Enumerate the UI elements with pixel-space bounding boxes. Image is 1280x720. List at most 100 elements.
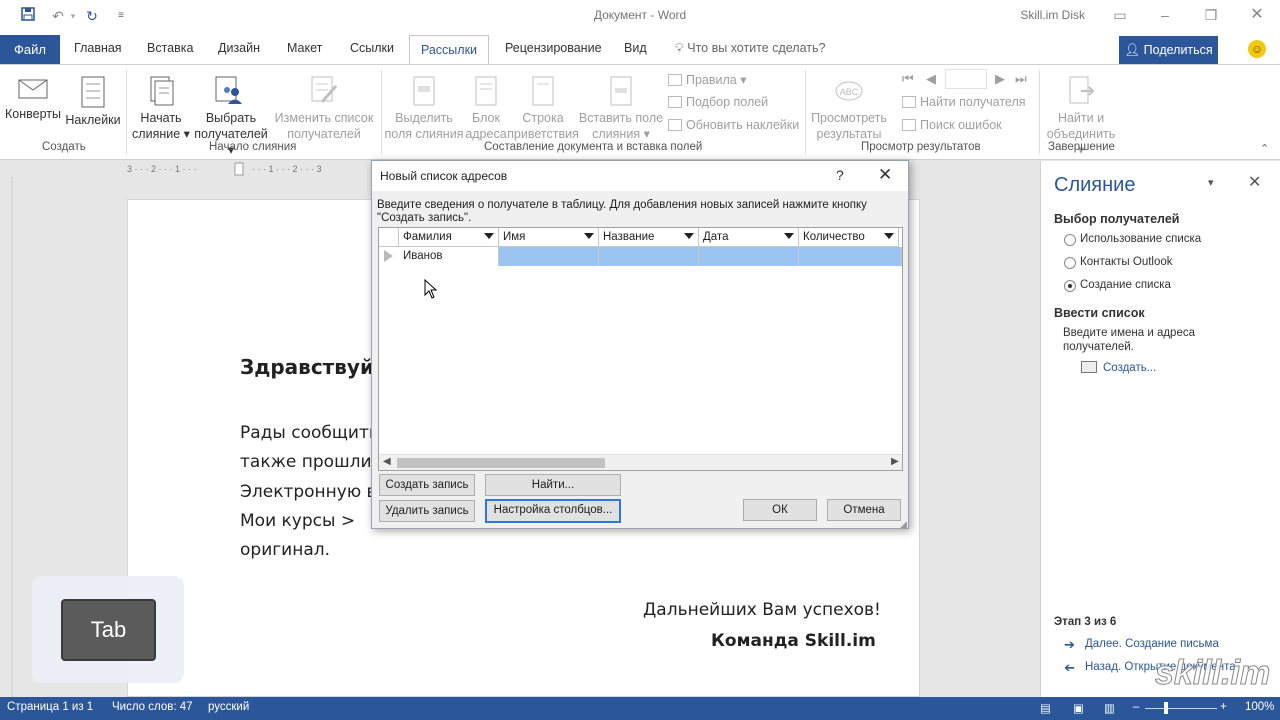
radio-outlook-contacts[interactable] xyxy=(1064,257,1076,269)
column-dropdown-icon[interactable] xyxy=(584,233,594,239)
vertical-ruler[interactable] xyxy=(0,177,20,697)
scroll-right-icon[interactable]: ▶ xyxy=(891,456,899,467)
update-labels-button[interactable]: Обновить наклейки xyxy=(668,118,799,132)
highlight-merge-fields-button[interactable]: Выделить поля слияния xyxy=(384,70,464,142)
tab-review[interactable]: Рецензирование xyxy=(505,41,602,55)
page-count[interactable]: Страница 1 из 1 xyxy=(7,701,93,713)
person-icon: 👤︎ xyxy=(1124,43,1141,57)
find-recipient-button[interactable]: Найти получателя xyxy=(902,95,1026,109)
tab-layout[interactable]: Макет xyxy=(287,41,322,55)
preview-results-button[interactable]: ABC Просмотреть результаты xyxy=(808,70,890,142)
first-record-icon[interactable]: ⏮ xyxy=(902,71,914,87)
minimize-icon[interactable]: – xyxy=(1150,4,1180,26)
tab-home[interactable]: Главная xyxy=(74,41,122,55)
collapse-ribbon-icon[interactable]: ⌃ xyxy=(1260,142,1269,155)
zoom-level[interactable]: 100% xyxy=(1245,701,1274,713)
column-header-date[interactable]: Дата xyxy=(699,228,799,247)
address-grid[interactable]: Фамилия Имя Название Дата Количество Ива… xyxy=(378,227,903,471)
group-separator xyxy=(126,70,127,154)
column-dropdown-icon[interactable] xyxy=(484,233,494,239)
last-record-icon[interactable]: ⏭ xyxy=(1015,71,1027,87)
close-window-icon[interactable]: ✕ xyxy=(1242,4,1272,26)
labels-button[interactable]: Наклейки xyxy=(64,70,122,128)
radio-use-list[interactable] xyxy=(1064,234,1076,246)
start-merge-button[interactable]: Начать слияние ▾ xyxy=(130,70,192,142)
greeting-line-button[interactable]: Строка приветствия xyxy=(506,70,580,142)
grid-cell-date[interactable] xyxy=(699,247,799,266)
dialog-close-icon[interactable]: ✕ xyxy=(878,165,892,185)
grid-cell-firstname[interactable] xyxy=(499,247,599,266)
horizontal-scrollbar[interactable]: ◀ ▶ xyxy=(379,454,902,470)
maximize-icon[interactable]: ❐ xyxy=(1196,4,1226,26)
column-header-firstname[interactable]: Имя xyxy=(499,228,599,247)
insert-merge-field-button[interactable]: Вставить поле слияния ▾ xyxy=(578,70,664,142)
zoom-slider-handle[interactable] xyxy=(1164,702,1168,714)
tab-view[interactable]: Вид xyxy=(624,41,647,55)
help-icon[interactable]: ? xyxy=(836,167,844,183)
zoom-slider[interactable] xyxy=(1145,708,1217,709)
finish-merge-icon xyxy=(1069,76,1095,104)
next-record-icon[interactable]: ▶ xyxy=(995,71,1005,87)
tab-mailings[interactable]: Рассылки xyxy=(409,35,489,65)
web-layout-icon[interactable]: ▥ xyxy=(1104,701,1115,715)
match-fields-icon xyxy=(668,96,682,108)
grid-cell-title[interactable] xyxy=(599,247,699,266)
print-layout-icon[interactable]: ▣ xyxy=(1073,701,1084,715)
envelopes-button[interactable]: Конверты xyxy=(4,70,62,122)
address-block-button[interactable]: Блок адреса xyxy=(462,70,510,142)
check-errors-button[interactable]: Поиск ошибок xyxy=(902,118,1002,132)
zoom-out-icon[interactable]: – xyxy=(1133,701,1139,713)
tab-design[interactable]: Дизайн xyxy=(218,41,260,55)
recipients-icon xyxy=(215,76,242,104)
pane-close-icon[interactable]: ✕ xyxy=(1248,172,1261,192)
ribbon-display-icon[interactable]: ▭ xyxy=(1105,4,1135,26)
body-line: оригинал. xyxy=(240,540,331,560)
cancel-button[interactable]: Отмена xyxy=(827,499,901,521)
delete-entry-button[interactable]: Удалить запись xyxy=(379,500,475,522)
next-step-link[interactable]: Далее. Создание письма xyxy=(1085,638,1219,650)
column-dropdown-icon[interactable] xyxy=(784,233,794,239)
radio-create-list[interactable] xyxy=(1064,280,1076,292)
column-dropdown-icon[interactable] xyxy=(684,233,694,239)
customize-columns-button[interactable]: Настройка столбцов... xyxy=(485,499,621,523)
rules-icon xyxy=(668,74,682,86)
group-finish-label: Завершение xyxy=(1048,141,1115,153)
pane-options-icon[interactable]: ▾ xyxy=(1208,176,1214,189)
tell-me-box[interactable]: 💡︎ Что вы хотите сделать? xyxy=(675,41,825,56)
zoom-in-icon[interactable]: + xyxy=(1220,701,1227,713)
share-button[interactable]: 👤︎ Поделиться xyxy=(1119,36,1218,64)
read-mode-icon[interactable]: ▤ xyxy=(1040,701,1051,715)
option-outlook-label[interactable]: Контакты Outlook xyxy=(1080,256,1173,268)
record-number-input[interactable] xyxy=(945,69,987,89)
user-name[interactable]: Skill.im Disk xyxy=(1020,8,1085,22)
previous-record-icon[interactable]: ◀ xyxy=(926,71,936,87)
grid-cell-quantity[interactable] xyxy=(799,247,902,266)
find-button[interactable]: Найти... xyxy=(485,474,621,496)
lightbulb-icon: 💡︎ xyxy=(675,41,684,55)
grid-cell-lastname[interactable]: Иванов xyxy=(399,247,499,266)
option-use-list-label[interactable]: Использование списка xyxy=(1080,233,1201,245)
tab-references[interactable]: Ссылки xyxy=(350,41,394,55)
address-block-icon xyxy=(475,76,497,106)
option-create-list-label[interactable]: Создание списка xyxy=(1080,279,1171,291)
tab-insert[interactable]: Вставка xyxy=(147,41,193,55)
column-header-lastname[interactable]: Фамилия xyxy=(399,228,499,247)
scrollbar-thumb[interactable] xyxy=(397,458,605,468)
column-header-quantity[interactable]: Количество xyxy=(799,228,899,247)
rules-button[interactable]: Правила ▾ xyxy=(668,72,747,87)
create-link[interactable]: Создать... xyxy=(1103,362,1156,374)
match-fields-button[interactable]: Подбор полей xyxy=(668,95,768,109)
ok-button[interactable]: ОК xyxy=(743,499,817,521)
edit-recipient-list-button[interactable]: Изменить список получателей xyxy=(274,70,374,142)
new-entry-button[interactable]: Создать запись xyxy=(379,474,475,496)
column-header-title[interactable]: Название xyxy=(599,228,699,247)
column-dropdown-icon[interactable] xyxy=(884,233,894,239)
word-count[interactable]: Число слов: 47 xyxy=(112,701,193,713)
tab-file[interactable]: Файл xyxy=(0,35,60,64)
find-recipient-icon xyxy=(902,96,916,108)
language[interactable]: русский xyxy=(208,701,249,713)
resize-grip-icon[interactable]: ◢ xyxy=(900,519,907,530)
feedback-smiley-icon[interactable]: ☺ xyxy=(1248,40,1266,58)
body-line: также прошли с xyxy=(240,452,387,472)
scroll-left-icon[interactable]: ◀ xyxy=(383,456,391,467)
